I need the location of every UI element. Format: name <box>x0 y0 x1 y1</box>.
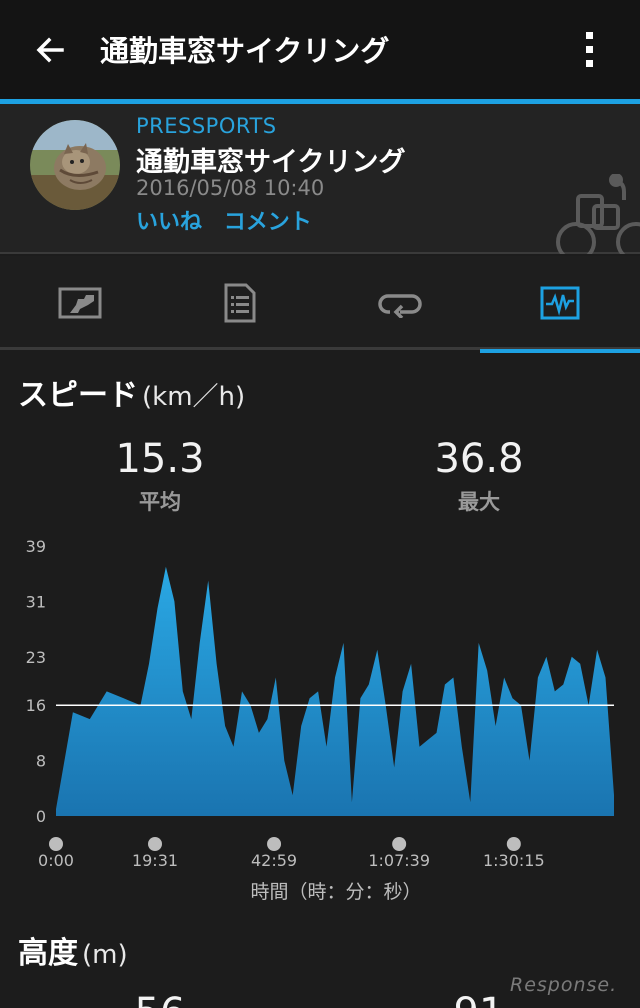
avatar[interactable] <box>30 120 120 210</box>
elevation-average-value: 56 <box>60 990 260 1008</box>
activity-title: 通勤車窓サイクリング <box>136 147 406 178</box>
tab-map[interactable] <box>0 256 160 350</box>
y-tick-label: 23 <box>26 648 46 667</box>
x-axis-title: 時間（時：分：秒） <box>250 881 422 903</box>
elevation-unit: (m) <box>82 940 128 970</box>
details-icon <box>224 283 256 323</box>
bike-commute-icon <box>556 174 640 254</box>
elevation-section-title: 高度 (m) <box>18 928 128 972</box>
x-tick-label: 19:31 <box>132 851 178 870</box>
speed-section-title: スピード (km／h) <box>18 370 245 414</box>
speed-title: スピード <box>18 378 138 413</box>
speed-unit: (km／h) <box>142 382 246 412</box>
speed-max-label: 最大 <box>458 490 500 514</box>
comment-link[interactable]: コメント <box>224 210 312 235</box>
speed-max-value: 36.8 <box>434 436 524 482</box>
tab-bar <box>0 256 640 353</box>
elevation-average: 56 <box>60 990 260 1008</box>
laps-icon <box>378 294 422 318</box>
y-tick-label: 8 <box>36 752 46 771</box>
arrow-back-icon[interactable] <box>30 30 70 70</box>
x-tick-marker <box>49 837 63 851</box>
x-tick-marker <box>506 837 521 851</box>
watermark-logo: Response. <box>510 974 618 996</box>
y-tick-label: 31 <box>26 592 46 611</box>
x-tick-label: 42:59 <box>251 851 297 870</box>
tab-laps[interactable] <box>320 256 480 350</box>
speed-average-label: 平均 <box>139 490 181 514</box>
speed-average: 15.3 平均 <box>60 436 260 516</box>
speed-average-value: 15.3 <box>115 436 205 482</box>
x-tick-label: 1:07:39 <box>368 851 430 870</box>
activity-source: PRESSPORTS <box>136 114 277 138</box>
speed-area-series <box>56 566 614 816</box>
y-tick-label: 0 <box>36 807 46 826</box>
map-icon <box>58 287 102 319</box>
x-tick-marker <box>148 837 163 851</box>
elevation-title: 高度 <box>18 936 78 971</box>
x-tick-marker <box>267 837 282 851</box>
page-title: 通勤車窓サイクリング <box>100 34 390 68</box>
activity-actions: いいね コメント <box>136 204 326 236</box>
activity-datetime: 2016/05/08 10:40 <box>136 176 325 200</box>
like-link[interactable]: いいね <box>136 210 202 235</box>
charts-icon <box>540 286 580 320</box>
speed-chart: 0 8 16 23 31 39 0:00 19:31 42:59 1:07:39 1:30:15 <box>26 537 614 870</box>
y-tick-label: 16 <box>26 696 46 715</box>
x-tick-label: 0:00 <box>38 851 74 870</box>
x-tick-marker <box>392 837 407 851</box>
app-bar: 通勤車窓サイクリング <box>0 0 640 100</box>
x-tick-label: 1:30:15 <box>483 851 545 870</box>
speed-max: 36.8 最大 <box>379 436 579 516</box>
tab-charts[interactable] <box>480 256 640 353</box>
y-tick-label: 39 <box>26 537 46 556</box>
tab-details[interactable] <box>160 256 320 350</box>
activity-header: PRESSPORTS 通勤車窓サイクリング 2016/05/08 10:40 い… <box>0 104 640 254</box>
more-vert-icon[interactable] <box>572 28 608 72</box>
